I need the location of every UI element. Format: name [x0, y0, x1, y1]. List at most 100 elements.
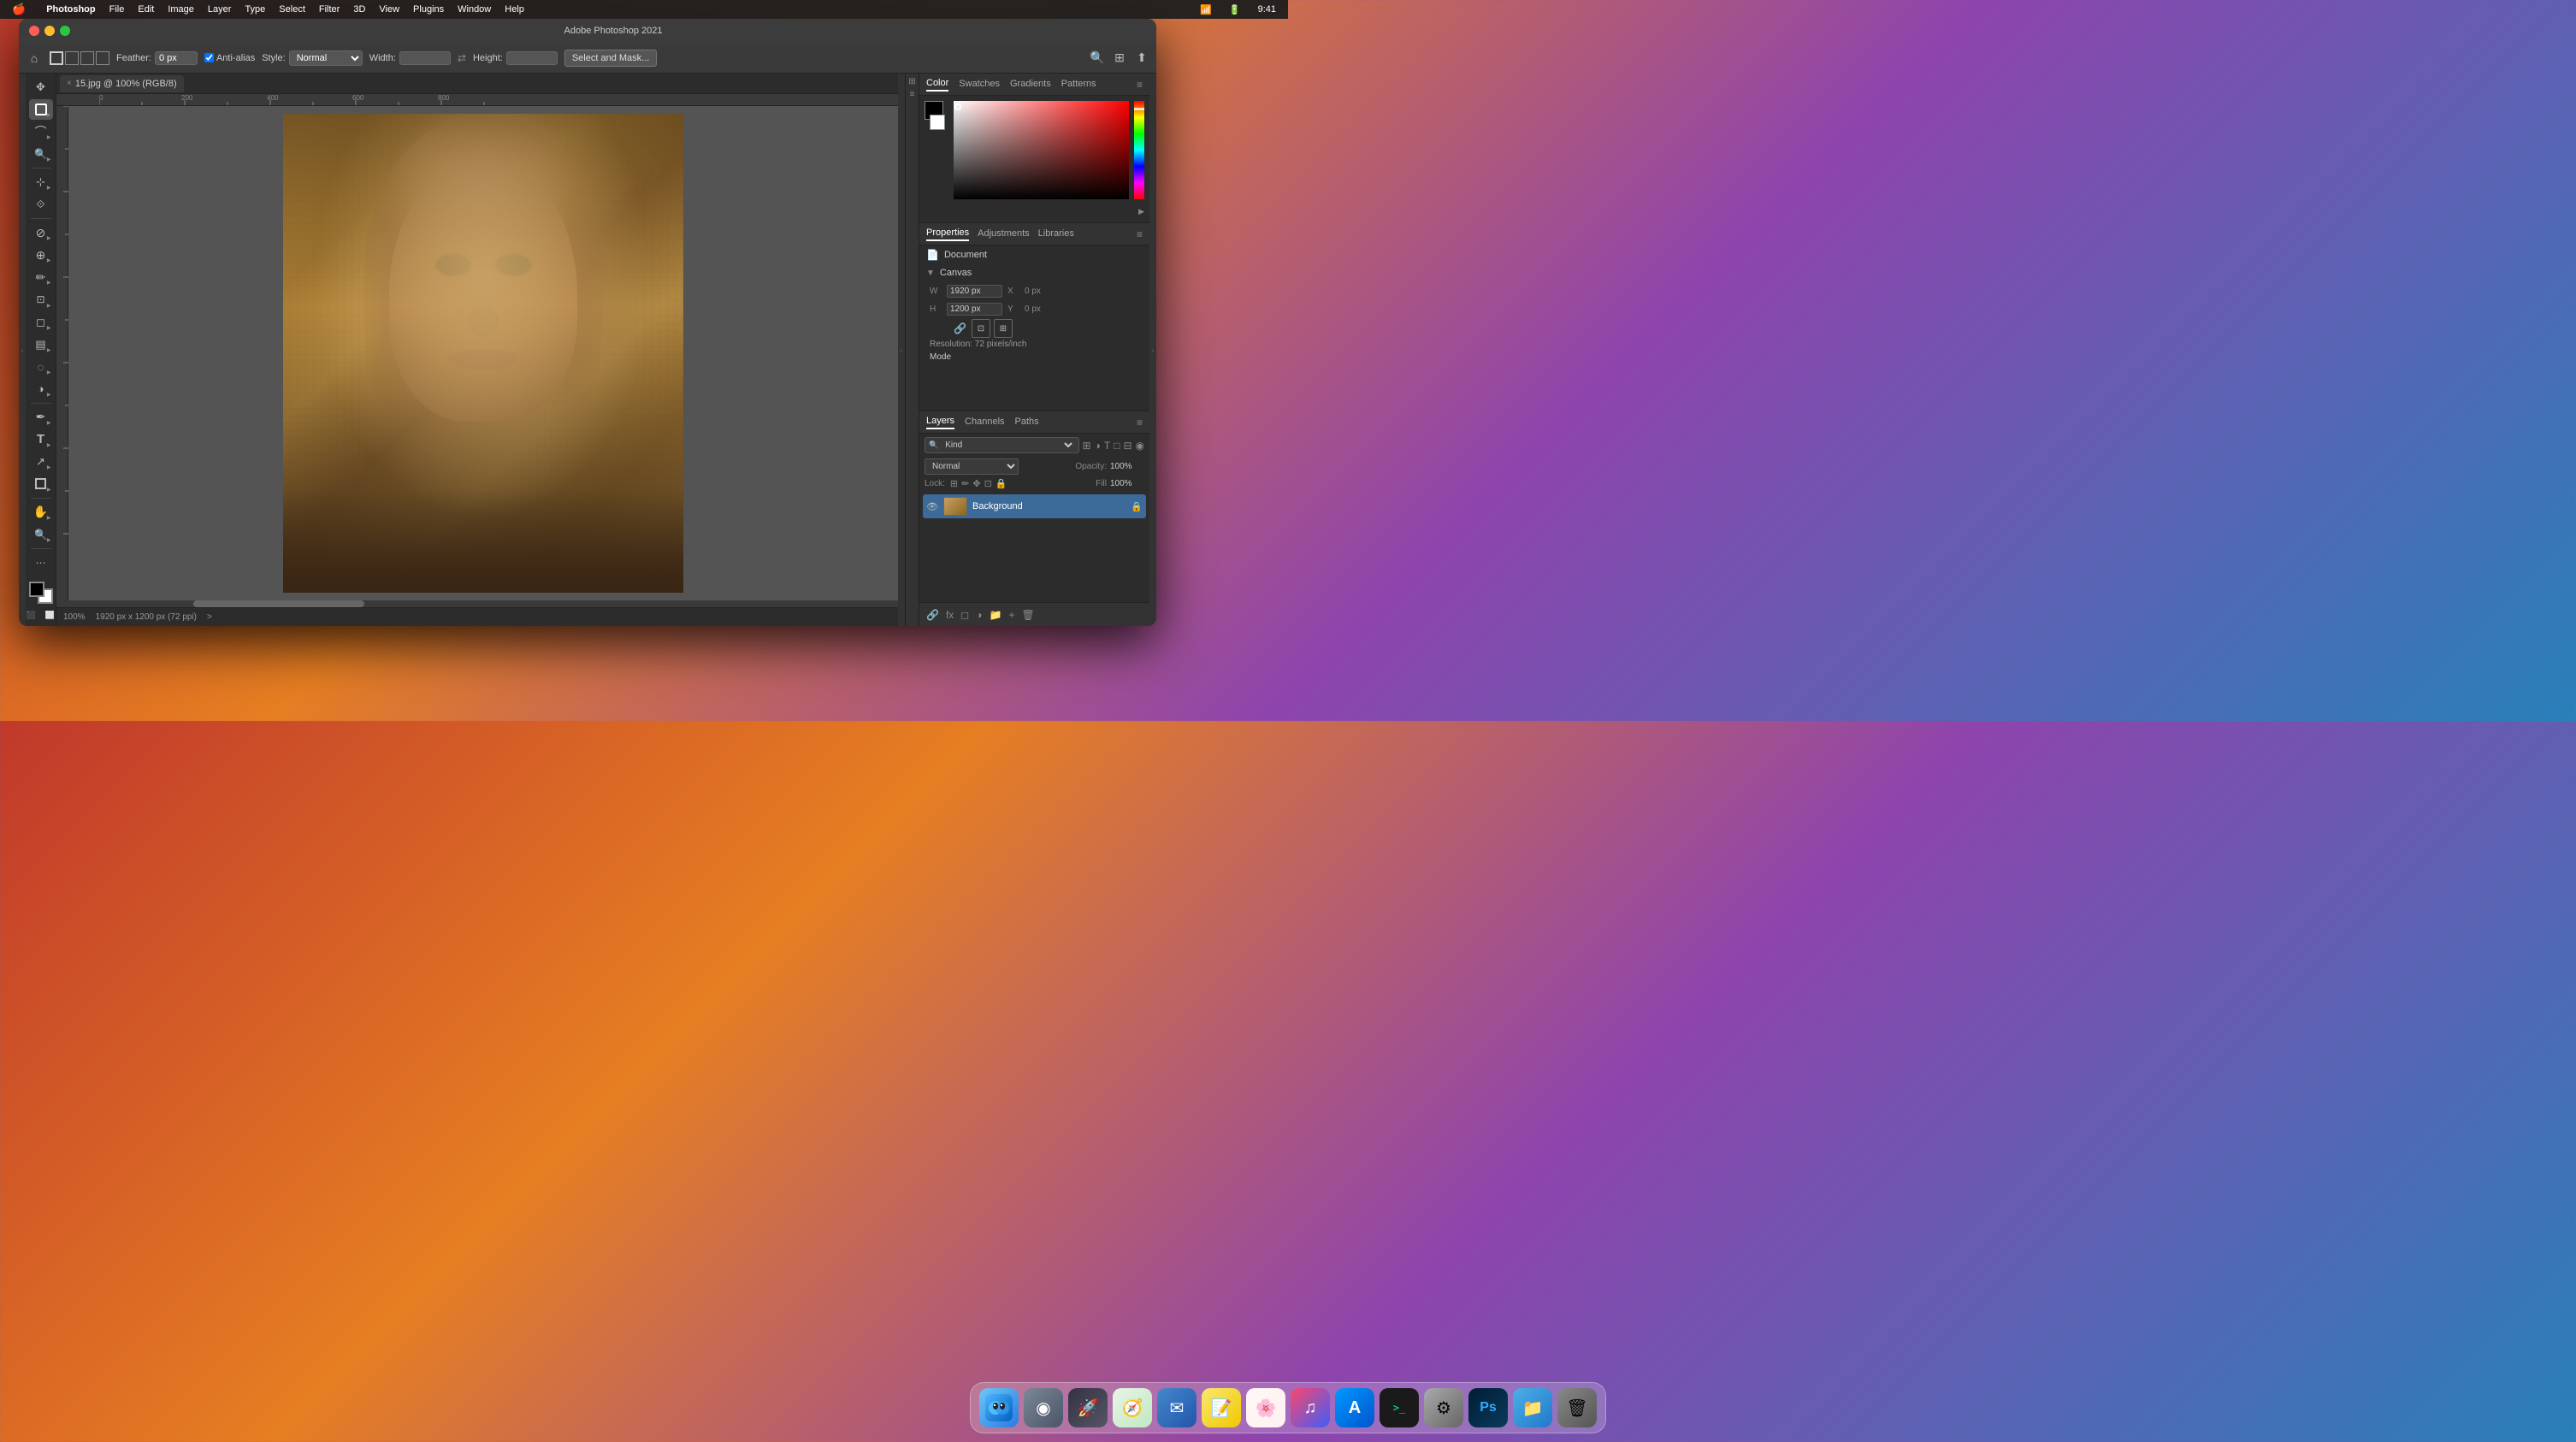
tab-libraries[interactable]: Libraries [1038, 228, 1074, 240]
scrollbar-thumb[interactable] [193, 600, 364, 607]
dock-trash[interactable]: 🗑 [1557, 1388, 1597, 1427]
screen-mode-2[interactable]: ⬜ [42, 609, 59, 623]
lock-all-icon[interactable]: 🔒 [996, 478, 1007, 489]
color-spectrum[interactable] [954, 101, 1129, 199]
search-icon[interactable]: 🔍 [1090, 50, 1105, 66]
new-group-icon[interactable]: 📁 [990, 609, 1002, 621]
zoom-tool[interactable]: 🔍 ▶ [29, 524, 53, 545]
tab-properties[interactable]: Properties [926, 228, 969, 241]
extra-tools[interactable]: ⋯ [29, 553, 53, 573]
eraser-tool[interactable]: ◻ ▶ [29, 312, 53, 333]
anti-alias-checkbox[interactable] [204, 53, 214, 62]
shape-tool[interactable]: ▶ [29, 474, 53, 494]
lock-transparent-icon[interactable]: ⊞ [950, 478, 958, 489]
lock-artboard-icon[interactable]: ⊡ [984, 478, 992, 489]
add-selection-icon[interactable] [65, 51, 79, 65]
tab-close-icon[interactable]: × [67, 79, 72, 88]
lasso-tool[interactable]: ⌒ ▶ [29, 121, 53, 142]
stamp-tool[interactable]: ⊡ ▶ [29, 289, 53, 310]
quick-select-tool[interactable]: 🔍 ▶ [29, 144, 53, 164]
dock-mail[interactable]: ✉ [1157, 1388, 1196, 1427]
fit-canvas-btn[interactable]: ⊡ [972, 319, 990, 338]
hue-bar[interactable] [1134, 101, 1144, 199]
dock-safari[interactable]: 🧭 [1113, 1388, 1152, 1427]
path-select-tool[interactable]: ↗ ▶ [29, 452, 53, 472]
select-and-mask-button[interactable]: Select and Mask... [564, 50, 658, 67]
layer-kind-select[interactable]: Kind Name Effect [942, 440, 1074, 451]
dock-photoshop[interactable]: Ps [1468, 1388, 1508, 1427]
tab-patterns[interactable]: Patterns [1061, 79, 1096, 91]
pixel-filter-icon[interactable]: ⊞ [1083, 440, 1091, 452]
link-layers-icon[interactable]: 🔗 [926, 609, 939, 621]
tab-color[interactable]: Color [926, 78, 948, 92]
dock-finder-folder[interactable]: 📁 [1513, 1388, 1552, 1427]
horizontal-scrollbar[interactable] [56, 600, 898, 607]
dock-photos[interactable]: 🌸 [1246, 1388, 1285, 1427]
healing-tool[interactable]: ⊕ ▶ [29, 245, 53, 265]
home-icon[interactable]: ⌂ [26, 50, 43, 67]
crop-tool[interactable]: ⊹ ▶ [29, 172, 53, 192]
fx-icon[interactable]: fx [946, 609, 954, 621]
type-filter-icon[interactable]: T [1104, 440, 1110, 452]
new-layer-icon[interactable]: + [1008, 609, 1014, 621]
lock-position-icon[interactable]: ✥ [972, 478, 980, 489]
filter-toggle[interactable]: ◉ [1136, 440, 1144, 452]
link-chain-icon[interactable]: 🔗 [954, 322, 966, 334]
marquee-tool[interactable]: ▶ [29, 99, 53, 120]
menu-filter[interactable]: Filter [314, 4, 345, 15]
move-tool[interactable]: ✥ [29, 77, 53, 98]
close-button[interactable] [29, 26, 39, 36]
layer-visibility-toggle[interactable]: 👁 [926, 500, 938, 512]
swap-wh-icon[interactable]: ⇄ [458, 52, 466, 64]
shape-filter-icon[interactable]: □ [1114, 440, 1120, 452]
blend-mode-select[interactable]: Normal Dissolve Multiply Screen [925, 458, 1019, 475]
arrange-icon[interactable]: ⊞ [1112, 50, 1127, 66]
canvas-section-header[interactable]: ▼ Canvas [919, 264, 1149, 281]
tab-paths[interactable]: Paths [1015, 417, 1039, 428]
add-adjustment-icon[interactable]: ◑ [976, 609, 982, 621]
share-icon[interactable]: ⬆ [1134, 50, 1149, 66]
left-collapse-handle[interactable]: ‹ [19, 74, 26, 626]
mini-tool-2[interactable]: ≡ [910, 90, 915, 99]
smart-filter-icon[interactable]: ⊟ [1123, 440, 1131, 452]
foreground-color[interactable] [29, 582, 44, 597]
pen-tool[interactable]: ✒ ▶ [29, 407, 53, 428]
height-input[interactable] [506, 51, 558, 65]
menu-select[interactable]: Select [274, 4, 310, 15]
dock-launchpad[interactable]: 🚀 [1068, 1388, 1108, 1427]
new-selection-icon[interactable] [50, 51, 63, 65]
menu-window[interactable]: Window [452, 4, 496, 15]
canvas-content[interactable] [68, 106, 898, 600]
feather-input[interactable] [155, 51, 198, 65]
dodge-tool[interactable]: ◑ ▶ [29, 379, 53, 399]
canvas-tab[interactable]: × 15.jpg @ 100% (RGB/8) [60, 75, 184, 92]
canvas-height-input[interactable] [947, 303, 1002, 316]
menu-3d[interactable]: 3D [348, 4, 370, 15]
hand-tool[interactable]: ✋ ▶ [29, 502, 53, 523]
right-collapse-handle[interactable]: › [898, 74, 905, 626]
subtract-selection-icon[interactable] [80, 51, 94, 65]
dock-system-preferences[interactable]: ⚙ [1424, 1388, 1463, 1427]
maximize-button[interactable] [60, 26, 70, 36]
minimize-button[interactable] [44, 26, 55, 36]
add-mask-icon[interactable]: ◻ [960, 609, 969, 621]
menu-image[interactable]: Image [162, 4, 199, 15]
gradient-tool[interactable]: ▤ ▶ [29, 334, 53, 355]
tab-layers[interactable]: Layers [926, 416, 954, 429]
menu-plugins[interactable]: Plugins [408, 4, 449, 15]
canvas-width-input[interactable] [947, 285, 1002, 298]
dock-notes[interactable]: 📝 [1202, 1388, 1241, 1427]
layer-item[interactable]: 👁 Background 🔒 [923, 494, 1146, 518]
menu-file[interactable]: File [104, 4, 130, 15]
apple-menu[interactable]: 🍎 [7, 3, 31, 16]
width-input[interactable] [399, 51, 451, 65]
menu-help[interactable]: Help [499, 4, 529, 15]
tab-channels[interactable]: Channels [965, 417, 1004, 428]
dock-siri[interactable]: ◉ [1024, 1388, 1063, 1427]
mini-tool-1[interactable]: ⊞ [908, 77, 915, 86]
menu-edit[interactable]: Edit [133, 4, 159, 15]
text-tool[interactable]: T ▶ [29, 429, 53, 450]
perspective-crop-tool[interactable]: ⟐ [29, 194, 53, 215]
style-select[interactable]: Normal Fixed Ratio Fixed Size [289, 50, 363, 66]
menu-type[interactable]: Type [239, 4, 270, 15]
